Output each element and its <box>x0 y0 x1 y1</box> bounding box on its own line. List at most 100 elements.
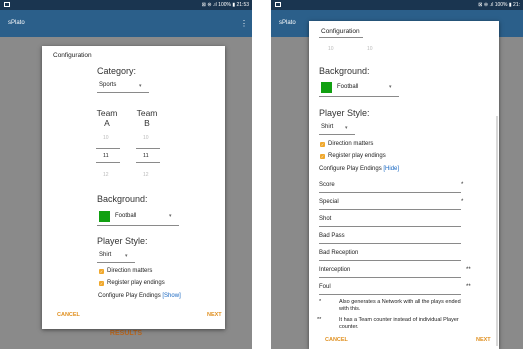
hide-link[interactable]: [Hide] <box>383 166 399 172</box>
category-value: Sports <box>99 82 117 88</box>
footnote-text-line2: counter. <box>339 324 359 330</box>
picker-divider <box>136 162 160 163</box>
direction-matters-label: Direction matters <box>328 141 374 147</box>
ending-field-foul[interactable]: Foul ** <box>319 280 479 296</box>
ending-field-special[interactable]: Special * <box>319 195 479 211</box>
dropdown-underline <box>319 96 399 97</box>
direction-matters-checkbox[interactable]: ✓ Direction matters <box>99 268 209 276</box>
direction-matters-checkbox[interactable]: ✓ Direction matters <box>320 141 430 149</box>
team-b-prev: 10 <box>143 135 149 141</box>
status-bar: ⊠ ⊜ .ıl 100% ▮ 21: <box>271 0 523 10</box>
dropdown-caret-icon: ▾ <box>345 125 348 131</box>
dropdown-caret-icon: ▾ <box>389 84 392 90</box>
ending-field-shot[interactable]: Shot <box>319 212 479 228</box>
configure-play-endings-row: Configure Play Endings [Show] <box>98 293 181 299</box>
ending-field-interception[interactable]: Interception ** <box>319 263 479 279</box>
color-swatch <box>321 82 332 93</box>
scrollbar[interactable] <box>496 116 498 346</box>
team-a-prev: 10 <box>103 135 109 141</box>
status-right: ⊠ ⊜ .ıl 100% ▮ 21:53 <box>201 2 249 8</box>
dialog-title: Configuration <box>53 52 92 59</box>
dropdown-underline <box>97 225 179 226</box>
right-screen: ⊠ ⊜ .ıl 100% ▮ 21: sPlato Configuration … <box>271 0 523 349</box>
configuration-dialog: Configuration Category: Sports ▾ Team A … <box>42 46 225 329</box>
footnote-text-line1: Also generates a Network with all the pl… <box>339 299 461 305</box>
next-button[interactable]: NEXT <box>207 312 222 318</box>
picker-divider <box>136 148 160 149</box>
field-underline <box>319 192 461 193</box>
category-label: Category: <box>97 66 137 76</box>
title-underline <box>319 37 363 38</box>
ending-value: Shot <box>319 216 332 222</box>
direction-matters-label: Direction matters <box>107 268 153 274</box>
dropdown-underline <box>319 134 355 135</box>
dropdown-caret-icon: ▾ <box>169 213 172 219</box>
team-b-next: 12 <box>143 172 149 178</box>
background-value: Football <box>337 84 359 90</box>
checkbox-checked-icon: ✓ <box>320 154 325 159</box>
background-dropdown[interactable]: Football ▾ <box>97 209 179 226</box>
register-play-endings-label: Register play endings <box>328 153 386 159</box>
player-style-dropdown[interactable]: Shirt ▾ <box>97 250 135 263</box>
results-button[interactable]: RESULTS <box>0 330 252 337</box>
status-bar: ⊠ ⊜ .ıl 100% ▮ 21:53 <box>0 0 252 10</box>
cancel-button[interactable]: CANCEL <box>57 312 80 318</box>
ending-value: Foul <box>319 284 331 290</box>
background-dropdown[interactable]: Football ▾ <box>319 80 399 97</box>
team-a-next: 12 <box>103 172 109 178</box>
player-style-label: Player Style: <box>97 236 148 246</box>
register-play-endings-checkbox[interactable]: ✓ Register play endings <box>320 153 430 161</box>
picker-a-prev: 10 <box>328 46 334 52</box>
footnote-double-star: ** It has a Team counter instead of indi… <box>317 317 492 337</box>
footnote-text-line1: It has a Team counter instead of individ… <box>339 317 459 323</box>
left-screen: ⊠ ⊜ .ıl 100% ▮ 21:53 sPlato ⋮ RESULTS Co… <box>0 0 252 349</box>
next-button[interactable]: NEXT <box>476 337 491 343</box>
register-play-endings-checkbox[interactable]: ✓ Register play endings <box>99 280 209 288</box>
checkbox-checked-icon: ✓ <box>99 281 104 286</box>
category-dropdown[interactable]: Sports ▾ <box>97 80 149 93</box>
configure-play-endings-row: Configure Play Endings [Hide] <box>319 166 399 172</box>
ending-value: Special <box>319 199 339 205</box>
configuration-dialog-expanded: Configuration 10 10 Background: Football… <box>309 21 499 349</box>
field-underline <box>319 260 461 261</box>
dropdown-underline <box>97 262 135 263</box>
picker-b-prev: 10 <box>367 46 373 52</box>
ending-mark: * <box>461 182 464 188</box>
ending-mark: ** <box>466 267 471 273</box>
team-a-picker[interactable]: 10 11 12 <box>96 132 120 180</box>
background-label: Background: <box>97 194 148 204</box>
dropdown-underline <box>97 92 149 93</box>
ending-field-bad-reception[interactable]: Bad Reception <box>319 246 479 262</box>
team-b-picker[interactable]: 10 11 12 <box>136 132 160 180</box>
team-a-current: 11 <box>103 153 109 159</box>
field-underline <box>319 243 461 244</box>
field-underline <box>319 209 461 210</box>
background-label: Background: <box>319 66 370 76</box>
team-a-label: Team A <box>96 108 118 128</box>
ending-field-score[interactable]: Score * <box>319 178 479 194</box>
checkbox-checked-icon: ✓ <box>99 269 104 274</box>
configure-play-endings-label: Configure Play Endings <box>98 293 161 299</box>
player-style-dropdown[interactable]: Shirt ▾ <box>319 122 355 135</box>
notification-icon <box>4 2 10 7</box>
checkbox-checked-icon: ✓ <box>320 142 325 147</box>
overflow-menu-icon[interactable]: ⋮ <box>240 19 248 28</box>
configure-play-endings-label: Configure Play Endings <box>319 166 382 172</box>
ending-value: Interception <box>319 267 351 273</box>
team-b-label: Team B <box>136 108 158 128</box>
picker-divider <box>96 162 120 163</box>
picker-divider <box>96 148 120 149</box>
notification-icon <box>275 2 281 7</box>
player-style-value: Shirt <box>321 124 334 130</box>
app-title: sPlato <box>279 20 296 26</box>
dialog-title: Configuration <box>321 28 360 35</box>
footnote-text-line2: with this. <box>339 306 361 312</box>
ending-mark: ** <box>466 284 471 290</box>
ending-field-bad-pass[interactable]: Bad Pass <box>319 229 479 245</box>
color-swatch <box>99 211 110 222</box>
show-link[interactable]: [Show] <box>162 293 180 299</box>
ending-mark: * <box>461 199 464 205</box>
app-title: sPlato <box>8 20 25 26</box>
ending-value: Score <box>319 182 335 188</box>
cancel-button[interactable]: CANCEL <box>325 337 348 343</box>
